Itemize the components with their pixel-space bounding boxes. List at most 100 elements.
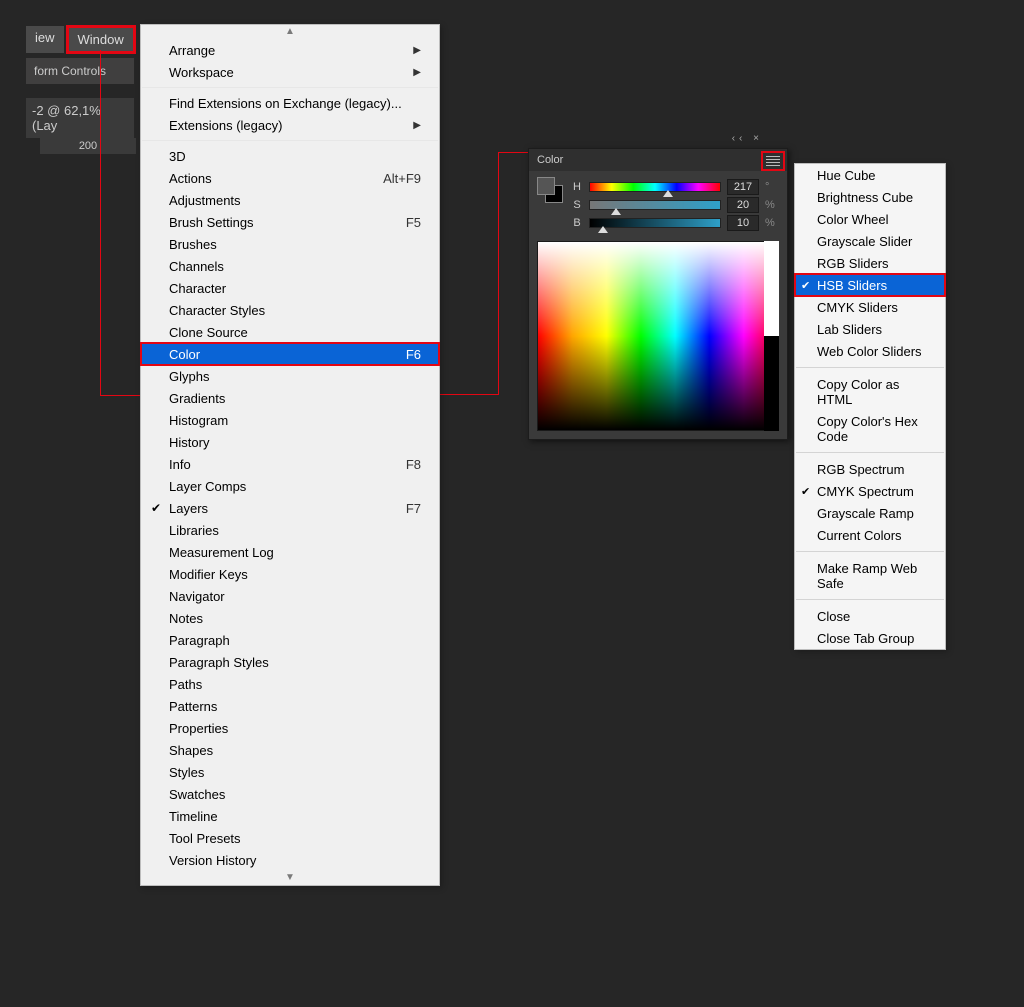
menu-item-label: Histogram (169, 413, 228, 428)
window-menu-item[interactable]: ActionsAlt+F9 (141, 167, 439, 189)
window-menu-item[interactable]: Brushes (141, 233, 439, 255)
menu-item-label: Color (169, 347, 200, 362)
window-menu-item[interactable]: Paths (141, 673, 439, 695)
window-menu-item[interactable]: Version History (141, 849, 439, 871)
menu-item-label: Web Color Sliders (817, 344, 922, 359)
window-menu-item[interactable]: Extensions (legacy)▶ (141, 114, 439, 136)
window-menu-item[interactable]: 3D (141, 145, 439, 167)
panel-flyout-item[interactable]: CMYK Sliders (795, 296, 945, 318)
panel-flyout-item[interactable]: Current Colors (795, 524, 945, 546)
window-menu-item[interactable]: Measurement Log (141, 541, 439, 563)
menu-item-label: 3D (169, 149, 186, 164)
menu-item-label: Find Extensions on Exchange (legacy)... (169, 96, 402, 111)
foreground-background-swatches[interactable] (537, 177, 563, 203)
callout-line (100, 50, 101, 396)
window-menu-item[interactable]: Brush SettingsF5 (141, 211, 439, 233)
panel-flyout-item[interactable]: Color Wheel (795, 208, 945, 230)
menubar-fragment: iew Window (26, 26, 135, 53)
menu-item-label: Paragraph (169, 633, 230, 648)
window-menu-item[interactable]: Channels (141, 255, 439, 277)
panel-flyout-item[interactable]: Grayscale Slider (795, 230, 945, 252)
saturation-value[interactable]: 20 (727, 197, 759, 213)
window-menu-item[interactable]: Glyphs (141, 365, 439, 387)
menu-item-label: Hue Cube (817, 168, 876, 183)
window-menu-item[interactable]: Gradients (141, 387, 439, 409)
foreground-color-swatch[interactable] (537, 177, 555, 195)
window-menu-item[interactable]: Character Styles (141, 299, 439, 321)
window-menu-item[interactable]: Modifier Keys (141, 563, 439, 585)
saturation-slider[interactable] (589, 200, 721, 210)
window-menu-item[interactable]: Arrange▶ (141, 39, 439, 61)
menu-scroll-up-icon[interactable]: ▲ (141, 25, 439, 39)
menu-item-label: Notes (169, 611, 203, 626)
color-panel-flyout-menu[interactable]: Hue CubeBrightness CubeColor WheelGraysc… (794, 163, 946, 650)
window-menu-item[interactable]: Adjustments (141, 189, 439, 211)
menu-item-label: Paragraph Styles (169, 655, 269, 670)
panel-flyout-item[interactable]: Hue Cube (795, 164, 945, 186)
panel-flyout-item[interactable]: ✔HSB Sliders (795, 274, 945, 296)
menu-item-label: Current Colors (817, 528, 902, 543)
window-menu-dropdown[interactable]: ▲ Arrange▶Workspace▶ Find Extensions on E… (140, 24, 440, 886)
window-menu-item[interactable]: Paragraph (141, 629, 439, 651)
panel-flyout-item[interactable]: Copy Color as HTML (795, 373, 945, 410)
window-menu-item[interactable]: ColorF6 (141, 343, 439, 365)
menu-item-label: Clone Source (169, 325, 248, 340)
panel-flyout-item[interactable]: RGB Sliders (795, 252, 945, 274)
panel-flyout-item[interactable]: Grayscale Ramp (795, 502, 945, 524)
window-menu-item[interactable]: Libraries (141, 519, 439, 541)
window-menu-item[interactable]: InfoF8 (141, 453, 439, 475)
window-menu-item[interactable]: Properties (141, 717, 439, 739)
window-menu-item[interactable]: Histogram (141, 409, 439, 431)
menu-item-label: History (169, 435, 209, 450)
brightness-value[interactable]: 10 (727, 215, 759, 231)
color-panel[interactable]: ‹‹ × Color H 217 ° S 20 (528, 148, 788, 440)
window-menu-item[interactable]: Tool Presets (141, 827, 439, 849)
menu-item-shortcut: F8 (406, 457, 421, 472)
menu-item-label: Adjustments (169, 193, 241, 208)
panel-flyout-item[interactable]: Close Tab Group (795, 627, 945, 649)
document-tab-label[interactable]: -2 @ 62,1% (Lay (26, 98, 134, 138)
menu-item-label: RGB Spectrum (817, 462, 904, 477)
spectrum-bw-strip[interactable] (764, 241, 779, 431)
window-menu-item[interactable]: Timeline (141, 805, 439, 827)
window-menu-label[interactable]: Window (67, 26, 135, 53)
panel-menu-icon[interactable] (763, 153, 783, 169)
menu-item-label: Properties (169, 721, 228, 736)
panel-flyout-item[interactable]: Web Color Sliders (795, 340, 945, 362)
window-menu-item[interactable]: Layer Comps (141, 475, 439, 497)
window-menu-item[interactable]: ✔LayersF7 (141, 497, 439, 519)
menu-scroll-down-icon[interactable]: ▼ (141, 871, 439, 885)
panel-flyout-item[interactable]: Brightness Cube (795, 186, 945, 208)
window-menu-item[interactable]: Patterns (141, 695, 439, 717)
menu-item-label: CMYK Spectrum (817, 484, 914, 499)
window-menu-item[interactable]: History (141, 431, 439, 453)
panel-flyout-item[interactable]: Close (795, 605, 945, 627)
window-menu-item[interactable]: Notes (141, 607, 439, 629)
window-menu-item[interactable]: Character (141, 277, 439, 299)
panel-flyout-item[interactable]: Copy Color's Hex Code (795, 410, 945, 447)
panel-flyout-item[interactable]: Lab Sliders (795, 318, 945, 340)
menu-item-label: Tool Presets (169, 831, 241, 846)
window-menu-item[interactable]: Clone Source (141, 321, 439, 343)
window-menu-item[interactable]: Paragraph Styles (141, 651, 439, 673)
panel-flyout-item[interactable]: ✔CMYK Spectrum (795, 480, 945, 502)
hue-slider[interactable] (589, 182, 721, 192)
window-menu-item[interactable]: Workspace▶ (141, 61, 439, 83)
brightness-slider[interactable] (589, 218, 721, 228)
window-menu-item[interactable]: Find Extensions on Exchange (legacy)... (141, 92, 439, 114)
window-menu-item[interactable]: Shapes (141, 739, 439, 761)
hue-value[interactable]: 217 (727, 179, 759, 195)
callout-line (100, 395, 140, 396)
panel-flyout-item[interactable]: RGB Spectrum (795, 458, 945, 480)
panel-collapse-icon[interactable]: ‹‹ × (732, 133, 763, 144)
panel-flyout-item[interactable]: Make Ramp Web Safe (795, 557, 945, 594)
window-menu-item[interactable]: Navigator (141, 585, 439, 607)
menu-item-label: Layers (169, 501, 208, 516)
color-spectrum-ramp[interactable] (537, 241, 779, 431)
menu-item-label: Libraries (169, 523, 219, 538)
window-menu-item[interactable]: Styles (141, 761, 439, 783)
view-menu-label[interactable]: iew (26, 26, 64, 53)
window-menu-item[interactable]: Swatches (141, 783, 439, 805)
menu-item-label: HSB Sliders (817, 278, 887, 293)
color-panel-titlebar[interactable]: Color (529, 149, 787, 171)
